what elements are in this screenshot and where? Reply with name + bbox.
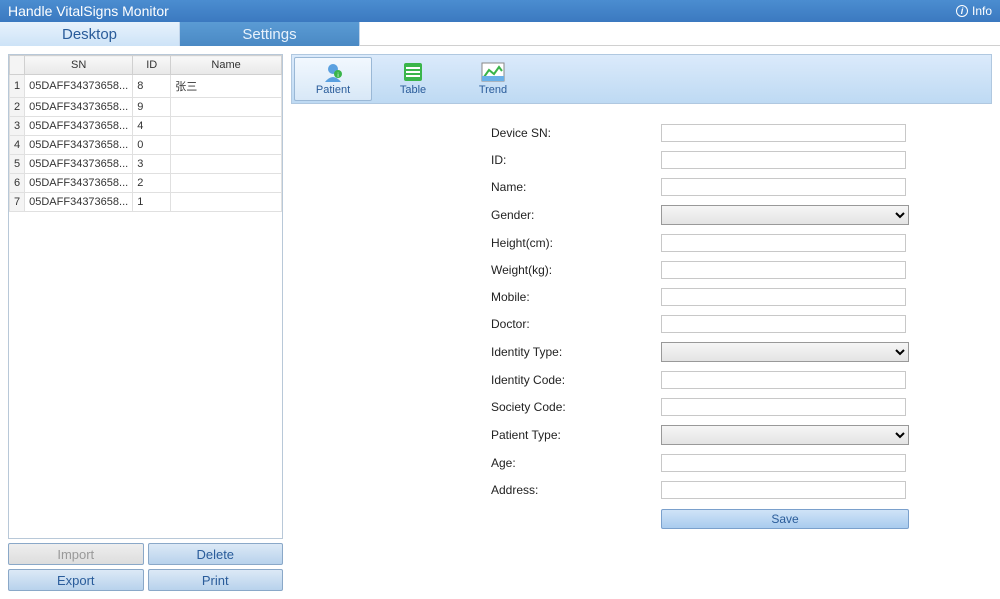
left-panel: SN ID Name 105DAFF34373658...8张三205DAFF3… [8, 54, 283, 591]
input-height[interactable] [661, 234, 906, 252]
svg-text:i: i [337, 73, 338, 79]
patient-form: Device SN: ID: Name: Gender: Height(cm):… [291, 104, 992, 591]
table-row[interactable]: 405DAFF34373658...0 [10, 136, 282, 155]
cell-rownum: 4 [10, 136, 25, 155]
select-identity-type[interactable] [661, 342, 909, 362]
label-device-sn: Device SN: [491, 126, 661, 140]
label-address: Address: [491, 483, 661, 497]
input-identity-code[interactable] [661, 371, 906, 389]
patient-icon: i [321, 62, 345, 82]
device-table-wrap: SN ID Name 105DAFF34373658...8张三205DAFF3… [8, 54, 283, 539]
cell-name [171, 174, 282, 193]
main-tabs: Desktop Settings [0, 22, 1000, 46]
label-doctor: Doctor: [491, 317, 661, 331]
table-row[interactable]: 505DAFF34373658...3 [10, 155, 282, 174]
label-identity-code: Identity Code: [491, 373, 661, 387]
cell-rownum: 7 [10, 193, 25, 212]
view-tab-trend-label: Trend [479, 84, 507, 96]
cell-id: 9 [133, 98, 171, 117]
label-name: Name: [491, 180, 661, 194]
input-age[interactable] [661, 454, 906, 472]
cell-rownum: 3 [10, 117, 25, 136]
cell-rownum: 1 [10, 75, 25, 98]
delete-button[interactable]: Delete [148, 543, 284, 565]
cell-sn: 05DAFF34373658... [25, 117, 133, 136]
cell-sn: 05DAFF34373658... [25, 75, 133, 98]
col-head-rownum [10, 56, 25, 75]
cell-sn: 05DAFF34373658... [25, 174, 133, 193]
export-button[interactable]: Export [8, 569, 144, 591]
cell-sn: 05DAFF34373658... [25, 136, 133, 155]
cell-id: 1 [133, 193, 171, 212]
info-label: Info [972, 4, 992, 18]
cell-id: 3 [133, 155, 171, 174]
cell-name [171, 155, 282, 174]
view-tab-patient-label: Patient [316, 84, 350, 96]
table-row[interactable]: 205DAFF34373658...9 [10, 98, 282, 117]
input-id[interactable] [661, 151, 906, 169]
cell-name [171, 136, 282, 155]
tab-settings[interactable]: Settings [180, 22, 360, 46]
cell-id: 2 [133, 174, 171, 193]
cell-id: 0 [133, 136, 171, 155]
cell-rownum: 2 [10, 98, 25, 117]
label-gender: Gender: [491, 208, 661, 222]
label-id: ID: [491, 153, 661, 167]
col-head-sn[interactable]: SN [25, 56, 133, 75]
input-doctor[interactable] [661, 315, 906, 333]
table-icon [401, 62, 425, 82]
cell-name [171, 98, 282, 117]
device-table: SN ID Name 105DAFF34373658...8张三205DAFF3… [9, 55, 282, 212]
cell-sn: 05DAFF34373658... [25, 98, 133, 117]
view-tabs: i Patient Table Trend [291, 54, 992, 104]
cell-id: 4 [133, 117, 171, 136]
label-age: Age: [491, 456, 661, 470]
table-row[interactable]: 305DAFF34373658...4 [10, 117, 282, 136]
view-tab-table-label: Table [400, 84, 426, 96]
view-tab-trend[interactable]: Trend [454, 57, 532, 101]
cell-rownum: 5 [10, 155, 25, 174]
input-device-sn[interactable] [661, 124, 906, 142]
label-society-code: Society Code: [491, 400, 661, 414]
info-icon: i [956, 5, 968, 17]
titlebar: Handle VitalSigns Monitor i Info [0, 0, 1000, 22]
right-panel: i Patient Table Trend Device SN: ID: Nam… [291, 54, 992, 591]
content-area: SN ID Name 105DAFF34373658...8张三205DAFF3… [0, 46, 1000, 599]
col-head-id[interactable]: ID [133, 56, 171, 75]
select-gender[interactable] [661, 205, 909, 225]
table-row[interactable]: 605DAFF34373658...2 [10, 174, 282, 193]
cell-id: 8 [133, 75, 171, 98]
trend-icon [481, 62, 505, 82]
input-society-code[interactable] [661, 398, 906, 416]
label-patient-type: Patient Type: [491, 428, 661, 442]
import-button[interactable]: Import [8, 543, 144, 565]
col-head-name[interactable]: Name [171, 56, 282, 75]
cell-name [171, 117, 282, 136]
cell-sn: 05DAFF34373658... [25, 155, 133, 174]
cell-name [171, 193, 282, 212]
input-weight[interactable] [661, 261, 906, 279]
app-title: Handle VitalSigns Monitor [8, 3, 169, 19]
cell-name: 张三 [171, 75, 282, 98]
left-button-grid: Import Delete Export Print [8, 543, 283, 591]
label-mobile: Mobile: [491, 290, 661, 304]
select-patient-type[interactable] [661, 425, 909, 445]
info-button[interactable]: i Info [956, 4, 992, 18]
label-weight: Weight(kg): [491, 263, 661, 277]
input-name[interactable] [661, 178, 906, 196]
table-row[interactable]: 105DAFF34373658...8张三 [10, 75, 282, 98]
tab-desktop[interactable]: Desktop [0, 22, 180, 46]
input-address[interactable] [661, 481, 906, 499]
input-mobile[interactable] [661, 288, 906, 306]
table-row[interactable]: 705DAFF34373658...1 [10, 193, 282, 212]
view-tab-table[interactable]: Table [374, 57, 452, 101]
view-tab-patient[interactable]: i Patient [294, 57, 372, 101]
save-button[interactable]: Save [661, 509, 909, 529]
label-identity-type: Identity Type: [491, 345, 661, 359]
cell-rownum: 6 [10, 174, 25, 193]
cell-sn: 05DAFF34373658... [25, 193, 133, 212]
label-height: Height(cm): [491, 236, 661, 250]
print-button[interactable]: Print [148, 569, 284, 591]
